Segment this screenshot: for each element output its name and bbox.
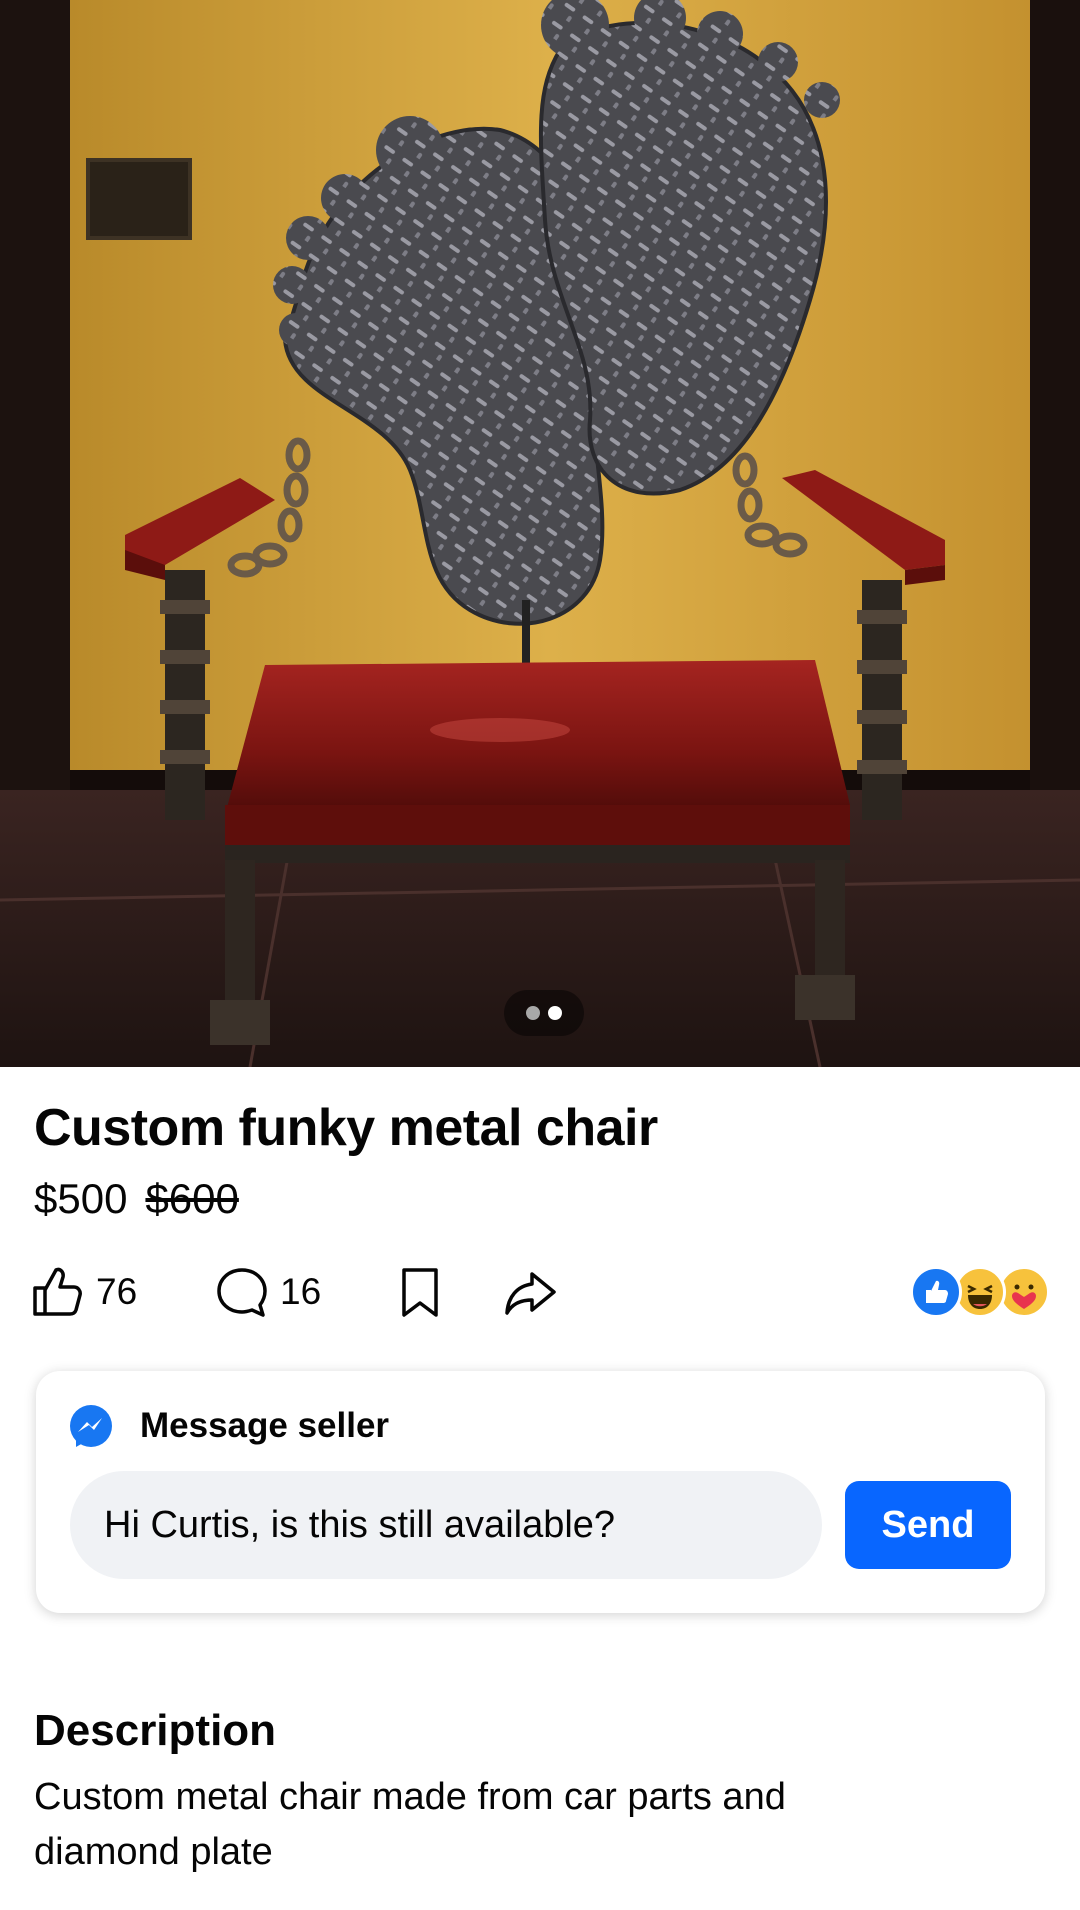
send-button[interactable]: Send xyxy=(845,1481,1011,1569)
messenger-icon xyxy=(70,1405,112,1447)
like-count: 76 xyxy=(96,1271,138,1312)
listing-title: Custom funky metal chair xyxy=(34,1099,658,1157)
photo-page-indicator xyxy=(504,990,584,1036)
like-reaction-icon xyxy=(910,1266,962,1318)
message-seller-card: Message seller Send xyxy=(36,1371,1045,1613)
comment-count: 16 xyxy=(280,1271,322,1312)
share-button[interactable] xyxy=(502,1262,558,1322)
like-button[interactable]: 76 xyxy=(30,1262,137,1322)
page-dot xyxy=(526,1006,540,1020)
listing-photo[interactable] xyxy=(0,0,1080,1067)
description-heading: Description xyxy=(34,1706,277,1755)
original-price: $600 xyxy=(145,1175,239,1222)
save-icon xyxy=(402,1268,438,1317)
save-button[interactable] xyxy=(392,1262,448,1322)
message-seller-header: Message seller xyxy=(68,1403,389,1449)
comment-icon xyxy=(217,1268,267,1317)
like-icon xyxy=(33,1267,82,1316)
page-dot-active xyxy=(548,1006,562,1020)
chair-photo-illustration xyxy=(0,0,1080,1067)
price-row: $500 $600 xyxy=(34,1175,239,1223)
share-icon xyxy=(505,1272,556,1315)
description-text: Custom metal chair made from car parts a… xyxy=(34,1776,786,1873)
message-input[interactable] xyxy=(70,1471,822,1579)
reaction-summary[interactable] xyxy=(910,1266,1050,1318)
current-price: $500 xyxy=(34,1175,128,1222)
action-bar: 76 16 xyxy=(30,1262,1050,1322)
message-seller-title: Message seller xyxy=(140,1406,390,1445)
comment-button[interactable]: 16 xyxy=(214,1262,321,1322)
